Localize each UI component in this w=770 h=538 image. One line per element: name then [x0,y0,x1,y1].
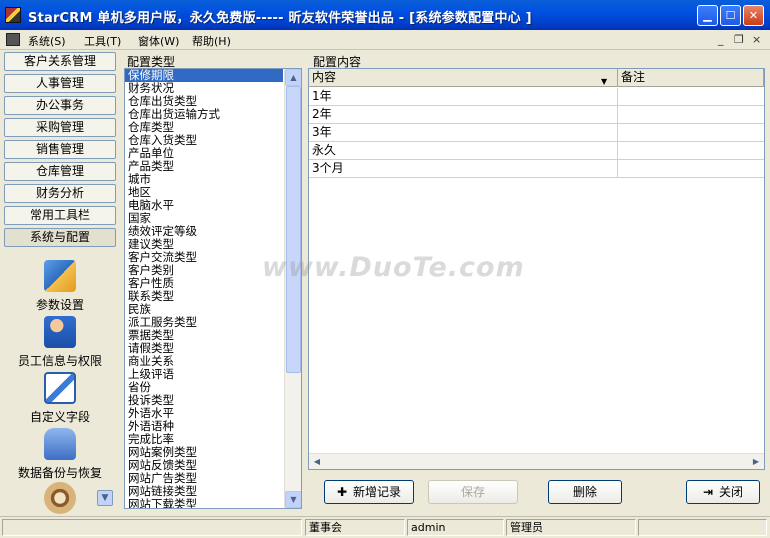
menu-bar: 系统(S) 工具(T) 窗体(W) 帮助(H) _ ❐ × [0,30,770,50]
cell-content[interactable]: 永久 [309,142,618,160]
column-header-remark[interactable]: 备注 [618,69,764,87]
config-types-list[interactable]: 保修期限 财务状况 仓库出货类型 仓库出货运输方式 仓库类型 仓库入货类型 产品单位 产品类型… [124,68,302,509]
table-row[interactable]: 永久 [309,142,764,160]
nav-tools[interactable]: 常用工具栏 [4,206,116,225]
config-type-item[interactable]: 上级评语 [125,368,301,381]
minimize-button[interactable]: ▁ [697,5,718,26]
table-row[interactable]: 1年 [309,88,764,106]
nav-system-config[interactable]: 系统与配置 [4,228,116,247]
title-bar[interactable]: StarCRM 单机多用户版，永久免费版----- 昕友软件荣誉出品 - [系统… [0,0,770,30]
maximize-button[interactable]: ☐ [720,5,741,26]
database-backup-icon [44,428,76,460]
close-button[interactable]: ⇥ 关闭 [686,480,760,504]
column-header-content[interactable]: 内容 ▼ [309,69,618,87]
custom-field-icon [44,372,76,404]
mdi-close-button[interactable]: × [752,33,761,46]
scroll-down-button[interactable]: ▼ [285,491,301,508]
nav-warehouse[interactable]: 仓库管理 [4,162,116,181]
tool-employee-permissions[interactable]: 员工信息与权限 [4,316,116,369]
mdi-minimize-button[interactable]: _ [718,33,724,46]
nav-tool-panel: 参数设置 员工信息与权限 自定义字段 数据备份与恢复 ▼ [4,252,116,514]
status-panel-message [2,519,302,536]
plus-icon: ✚ [336,485,348,499]
watermark: www.DuoTe.com [262,252,525,283]
save-button[interactable]: 保存 [428,480,518,504]
action-button-bar: ✚ 新增记录 保存 删除 ⇥ 关闭 [308,470,765,510]
status-panel-department: 董事会 [305,519,405,536]
grid-horizontal-scrollbar[interactable]: ◀ ▶ [309,453,764,469]
window-title: StarCRM 单机多用户版，永久免费版----- 昕友软件荣誉出品 - [系统… [28,11,532,26]
settings-icon [44,260,76,292]
nav-sales[interactable]: 销售管理 [4,140,116,159]
tool-data-backup[interactable]: 数据备份与恢复 [4,428,116,481]
tool-parameter-settings[interactable]: 参数设置 [4,260,116,313]
cell-content[interactable]: 1年 [309,88,618,106]
nav-crm[interactable]: 客户关系管理 [4,52,116,71]
status-panel-user: admin [407,519,504,536]
config-type-item[interactable]: 联系类型 [125,290,301,303]
cell-content[interactable]: 3个月 [309,160,618,178]
menu-system[interactable]: 系统(S) [28,33,66,49]
scroll-up-button[interactable]: ▲ [285,69,301,86]
grid-header: 内容 ▼ 备注 [309,69,764,87]
scroll-left-button[interactable]: ◀ [309,455,325,469]
left-navigation: 客户关系管理 人事管理 办公事务 采购管理 销售管理 仓库管理 财务分析 常用工… [4,52,116,514]
config-type-item[interactable]: 网站下载类型 [125,498,301,509]
menu-tools[interactable]: 工具(T) [84,33,121,49]
cell-remark[interactable] [618,88,764,106]
cell-remark[interactable] [618,124,764,142]
status-panel-extra [638,519,767,536]
ship-wheel-icon [44,482,76,514]
exit-door-icon: ⇥ [702,485,714,499]
nav-purchase[interactable]: 采购管理 [4,118,116,137]
nav-hr[interactable]: 人事管理 [4,74,116,93]
user-permission-icon [44,316,76,348]
config-type-item[interactable]: 城市 [125,173,301,186]
config-types-scrollbar[interactable]: ▲ ▼ [284,69,301,508]
cell-content[interactable]: 2年 [309,106,618,124]
close-window-button[interactable]: ✕ [743,5,764,26]
cell-remark[interactable] [618,106,764,124]
table-row[interactable]: 3年 [309,124,764,142]
status-bar: 董事会 admin 管理员 [0,516,770,538]
cell-remark[interactable] [618,160,764,178]
mdi-app-icon[interactable] [6,33,20,46]
menu-window[interactable]: 窗体(W) [138,33,179,49]
cell-remark[interactable] [618,142,764,160]
nav-finance[interactable]: 财务分析 [4,184,116,203]
add-record-button[interactable]: ✚ 新增记录 [324,480,414,504]
menu-help[interactable]: 帮助(H) [192,33,231,49]
cell-content[interactable]: 3年 [309,124,618,142]
nav-scroll-down-button[interactable]: ▼ [97,490,113,506]
scroll-thumb[interactable] [286,86,301,373]
scroll-right-button[interactable]: ▶ [748,455,764,469]
config-type-item[interactable]: 电脑水平 [125,199,301,212]
tool-custom-fields[interactable]: 自定义字段 [4,372,116,425]
mdi-restore-button[interactable]: ❐ [734,33,744,46]
table-row[interactable]: 2年 [309,106,764,124]
table-row[interactable]: 3个月 [309,160,764,178]
delete-button[interactable]: 删除 [548,480,622,504]
status-panel-role: 管理员 [506,519,636,536]
nav-office[interactable]: 办公事务 [4,96,116,115]
config-type-item[interactable]: 产品类型 [125,160,301,173]
app-icon[interactable] [5,7,21,23]
